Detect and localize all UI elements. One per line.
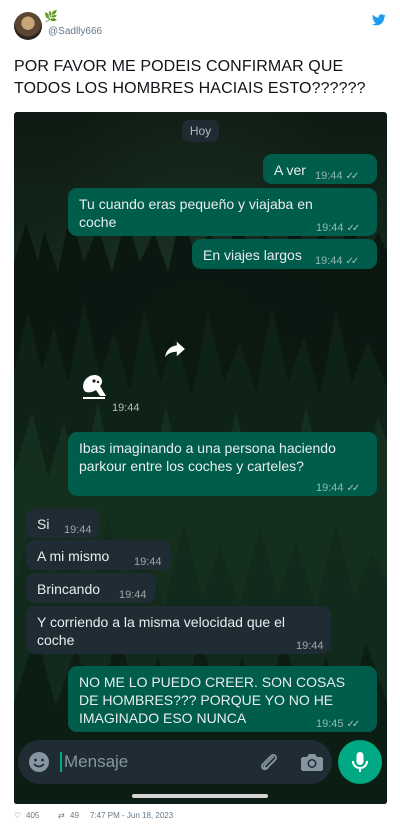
read-receipt-icon: ✓✓ <box>345 171 360 182</box>
forward-icon[interactable] <box>164 340 186 358</box>
tweet-header: 🌿 @Sadlly666 <box>14 11 386 44</box>
message-outgoing[interactable]: Ibas imaginando a una persona haciendo p… <box>68 432 377 496</box>
tweet-text-line: POR FAVOR ME PODEIS CONFIRMAR QUE <box>14 58 344 75</box>
heart-icon[interactable]: ♡ <box>14 810 21 822</box>
message-time: 19:44 ✓✓ <box>316 219 361 238</box>
tweet-text: POR FAVOR ME PODEIS CONFIRMAR QUE TODOS … <box>14 56 386 100</box>
message-incoming[interactable]: A mi mismo 19:44 <box>26 540 171 570</box>
message-text: Y corriendo a la misma velocidad que el … <box>37 614 285 648</box>
voice-record-button[interactable] <box>338 740 382 784</box>
message-composer: Mensaje <box>18 740 332 784</box>
message-outgoing[interactable]: En viajes largos 19:44 ✓✓ <box>192 239 377 269</box>
message-time: 19:44 <box>119 589 147 601</box>
tweet-footer: ♡ 405 ⇄ 49 7:47 PM - Jun 18, 2023 <box>14 810 386 824</box>
message-text: Si <box>37 516 50 532</box>
paperclip-icon[interactable] <box>258 751 280 773</box>
message-text: A ver <box>274 162 306 178</box>
message-time: 19:44 ✓✓ <box>315 252 360 271</box>
message-time: 19:44 ✓✓ <box>315 167 360 186</box>
message-text: En viajes largos <box>203 247 302 263</box>
display-name-emoji: 🌿 <box>44 11 58 23</box>
retweet-icon[interactable]: ⇄ <box>58 810 65 822</box>
message-incoming[interactable]: Si 19:44 <box>26 508 100 538</box>
tweet-timestamp[interactable]: 7:47 PM - Jun 18, 2023 <box>90 810 173 822</box>
twitter-bird-icon[interactable] <box>372 14 386 26</box>
message-text: Ibas imaginando a una persona haciendo p… <box>79 440 336 474</box>
message-outgoing[interactable]: Tu cuando eras pequeño y viajaba en coch… <box>68 188 377 236</box>
camera-icon[interactable] <box>300 751 324 773</box>
avatar[interactable] <box>14 12 42 40</box>
message-incoming[interactable]: Brincando 19:44 <box>26 573 156 603</box>
sticker-time: 19:44 <box>112 402 140 414</box>
tweet-text-line: TODOS LOS HOMBRES HACIAIS ESTO?????? <box>14 80 366 97</box>
message-outgoing[interactable]: NO ME LO PUEDO CREER. SON COSAS DE HOMBR… <box>68 666 377 732</box>
message-time: 19:44 <box>134 556 162 568</box>
message-text: Brincando <box>37 581 101 597</box>
tweet-card: 🌿 @Sadlly666 POR FAVOR ME PODEIS CONFIRM… <box>0 0 400 830</box>
microphone-icon <box>352 752 368 772</box>
user-handle[interactable]: @Sadlly666 <box>48 26 102 37</box>
message-text: NO ME LO PUEDO CREER. SON COSAS DE HOMBR… <box>79 674 346 726</box>
message-input[interactable]: Mensaje <box>64 752 128 772</box>
message-time: 19:44 <box>64 524 92 536</box>
emoji-icon[interactable] <box>28 751 50 773</box>
sticker-image[interactable] <box>80 370 108 400</box>
read-receipt-icon: ✓✓ <box>346 719 361 730</box>
retweet-count: 49 <box>70 811 79 820</box>
message-text: Tu cuando eras pequeño y viajaba en coch… <box>79 196 313 230</box>
read-receipt-icon: ✓✓ <box>346 223 361 234</box>
date-separator: Hoy <box>182 120 219 142</box>
chat-screenshot: Hoy A ver 19:44 ✓✓ Tu cuando eras pequeño… <box>14 112 387 804</box>
message-time: 19:44 <box>296 640 324 652</box>
like-count: 405 <box>26 811 40 820</box>
home-indicator <box>132 794 268 798</box>
message-time: 19:45 ✓✓ <box>316 715 361 734</box>
read-receipt-icon: ✓✓ <box>346 483 361 494</box>
text-cursor <box>60 752 62 772</box>
message-incoming[interactable]: Y corriendo a la misma velocidad que el … <box>26 606 331 654</box>
message-outgoing[interactable]: A ver 19:44 ✓✓ <box>263 154 377 184</box>
read-receipt-icon: ✓✓ <box>345 256 360 267</box>
message-time: 19:44 ✓✓ <box>316 479 361 498</box>
message-text: A mi mismo <box>37 548 110 564</box>
